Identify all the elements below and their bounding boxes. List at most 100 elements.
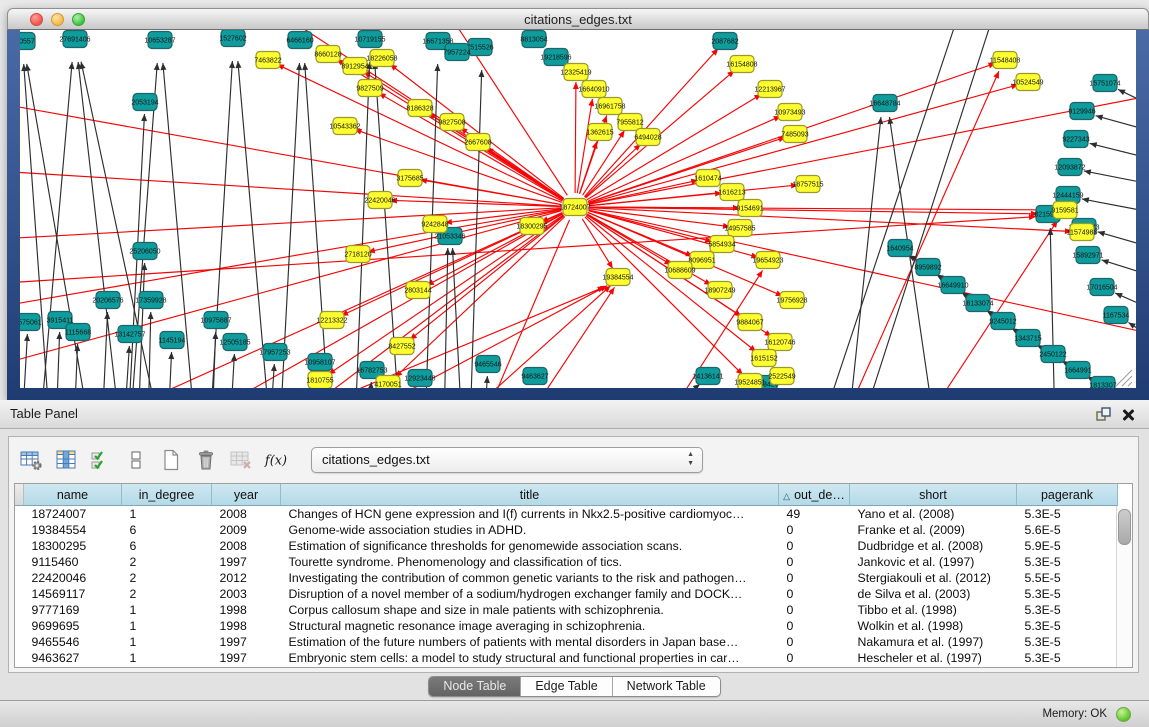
- network-graph-canvas[interactable]: 940557 27691406 10653287 1527602 6466160 1071…: [20, 30, 1136, 388]
- table-row[interactable]: 911546021997Tourette syndrome. Phenomeno…: [15, 554, 1118, 570]
- graph-node[interactable]: 7463822: [254, 52, 281, 69]
- column-header-in_degree[interactable]: in_degree: [122, 484, 212, 506]
- graph-node[interactable]: 8813054: [520, 31, 547, 48]
- graph-node[interactable]: 1615152: [750, 350, 777, 367]
- graph-node[interactable]: 1610474: [694, 170, 721, 187]
- graph-node[interactable]: 9227343: [1062, 131, 1089, 148]
- graph-node[interactable]: 25206050: [129, 243, 160, 260]
- graph-node[interactable]: 9245012: [989, 313, 1016, 330]
- graph-node[interactable]: 9827509: [356, 80, 383, 97]
- graph-node[interactable]: 14136141: [692, 368, 723, 385]
- column-header-pagerank[interactable]: pagerank: [1017, 484, 1118, 506]
- table-row[interactable]: 1456911722003Disruption of a novel membe…: [15, 586, 1118, 602]
- graph-node[interactable]: 17016504: [1086, 279, 1117, 296]
- graph-node[interactable]: 15751074: [1089, 75, 1120, 92]
- graph-node[interactable]: 22420046: [364, 192, 395, 209]
- graph-node[interactable]: 8660128: [314, 46, 341, 63]
- graph-node[interactable]: 10958107: [304, 354, 335, 371]
- graph-node[interactable]: 18907249: [704, 282, 735, 299]
- table-select-dropdown[interactable]: citations_edges.txt ▲▼: [311, 447, 703, 473]
- function-builder-icon[interactable]: f(x): [264, 447, 288, 473]
- column-header-name[interactable]: name: [24, 484, 122, 506]
- graph-node[interactable]: 1575061: [20, 314, 42, 331]
- table-scrollbar[interactable]: [1116, 506, 1132, 667]
- graph-node[interactable]: 6466160: [286, 32, 313, 49]
- table-row[interactable]: 969969511998Structural magnetic resonanc…: [15, 618, 1118, 634]
- graph-node[interactable]: 1640954: [886, 240, 913, 257]
- graph-node[interactable]: 12213967: [754, 81, 785, 98]
- column-header-year[interactable]: year: [212, 484, 281, 506]
- graph-node[interactable]: 10975887: [200, 312, 231, 329]
- graph-node[interactable]: 12505185: [219, 334, 250, 351]
- graph-node[interactable]: 9242848: [421, 216, 448, 233]
- graph-node[interactable]: 19524851: [734, 374, 765, 389]
- graph-node[interactable]: 2522549: [768, 368, 795, 385]
- graph-node[interactable]: 8959892: [914, 259, 941, 276]
- column-header-title[interactable]: title: [281, 484, 779, 506]
- graph-node[interactable]: 7957224: [443, 44, 470, 61]
- graph-node[interactable]: 27691406: [59, 31, 90, 48]
- graph-node[interactable]: 19218596: [540, 49, 571, 66]
- graph-node[interactable]: 16649910: [937, 277, 968, 294]
- graph-node[interactable]: 10543362: [329, 118, 360, 135]
- graph-node[interactable]: 1616213: [718, 184, 745, 201]
- graph-node[interactable]: 18133074: [962, 295, 993, 312]
- graph-node[interactable]: 8912954: [341, 58, 368, 75]
- graph-node[interactable]: 18724007: [559, 199, 590, 216]
- column-visibility-icon[interactable]: [54, 447, 78, 473]
- graph-node[interactable]: 11548408: [990, 52, 1021, 69]
- graph-node[interactable]: 1362615: [586, 124, 613, 141]
- graph-node[interactable]: 9159581: [1051, 202, 1078, 219]
- graph-node[interactable]: 19384554: [602, 269, 633, 286]
- graph-node[interactable]: 9154691: [736, 200, 763, 217]
- graph-node[interactable]: 940557: [20, 33, 35, 50]
- graph-node[interactable]: 19756928: [776, 292, 807, 309]
- table-row[interactable]: 946554611997Estimation of the future num…: [15, 634, 1118, 650]
- graph-node[interactable]: 9129946: [1068, 103, 1095, 120]
- column-header-short[interactable]: short: [850, 484, 1017, 506]
- graph-node[interactable]: 12325419: [560, 64, 591, 81]
- graph-node[interactable]: 16648784: [869, 95, 900, 112]
- graph-node[interactable]: 18757515: [792, 176, 823, 193]
- graph-node[interactable]: 15892971: [1072, 247, 1103, 264]
- graph-node[interactable]: 1145194: [159, 332, 186, 349]
- graph-node[interactable]: 2450122: [1039, 346, 1066, 363]
- graph-node[interactable]: 9884067: [736, 314, 763, 331]
- graph-node[interactable]: 10719155: [354, 31, 385, 48]
- graph-node[interactable]: 16640910: [578, 81, 609, 98]
- tab-edge-table[interactable]: Edge Table: [520, 677, 611, 696]
- graph-node[interactable]: 5854934: [708, 236, 735, 253]
- delete-table-icon[interactable]: [229, 447, 253, 473]
- column-select-icon[interactable]: [89, 447, 113, 473]
- graph-node[interactable]: 8186328: [406, 100, 433, 117]
- graph-node[interactable]: 7485093: [781, 126, 808, 143]
- graph-node[interactable]: 12923448: [404, 370, 435, 387]
- graph-node[interactable]: 2718120: [344, 246, 371, 263]
- table-mode-icon[interactable]: [19, 447, 43, 473]
- graph-node[interactable]: 18300295: [516, 218, 547, 235]
- delete-rows-icon[interactable]: [194, 447, 218, 473]
- graph-node[interactable]: 13142757: [114, 326, 145, 343]
- window-resize-grip[interactable]: [1122, 376, 1132, 386]
- table-row[interactable]: 1830029562008Estimation of significance …: [15, 538, 1118, 554]
- graph-node[interactable]: 12213322: [316, 312, 347, 329]
- graph-node[interactable]: 17359928: [135, 292, 166, 309]
- graph-node[interactable]: 16961758: [594, 98, 625, 115]
- graph-node[interactable]: 4170051: [374, 376, 401, 389]
- graph-node[interactable]: 16154808: [726, 56, 757, 73]
- graph-node[interactable]: 8427552: [388, 338, 415, 355]
- graph-node[interactable]: 1167534: [1103, 307, 1130, 324]
- graph-node[interactable]: 20206576: [92, 292, 123, 309]
- graph-node[interactable]: 2087682: [711, 33, 738, 50]
- graph-node[interactable]: 1527602: [219, 30, 246, 47]
- graph-node[interactable]: 1115668: [65, 324, 91, 341]
- graph-node[interactable]: 11574988: [1067, 224, 1098, 241]
- tab-network-table[interactable]: Network Table: [612, 677, 720, 696]
- row-options-icon[interactable]: [124, 447, 148, 473]
- graph-node[interactable]: 9827508: [438, 114, 465, 131]
- graph-node[interactable]: 1664991: [1064, 362, 1091, 379]
- graph-node[interactable]: 10653287: [144, 32, 175, 49]
- graph-node[interactable]: 19654923: [752, 252, 783, 269]
- graph-node[interactable]: 10688609: [664, 262, 695, 279]
- column-header-out_de[interactable]: △out_de…: [779, 484, 850, 506]
